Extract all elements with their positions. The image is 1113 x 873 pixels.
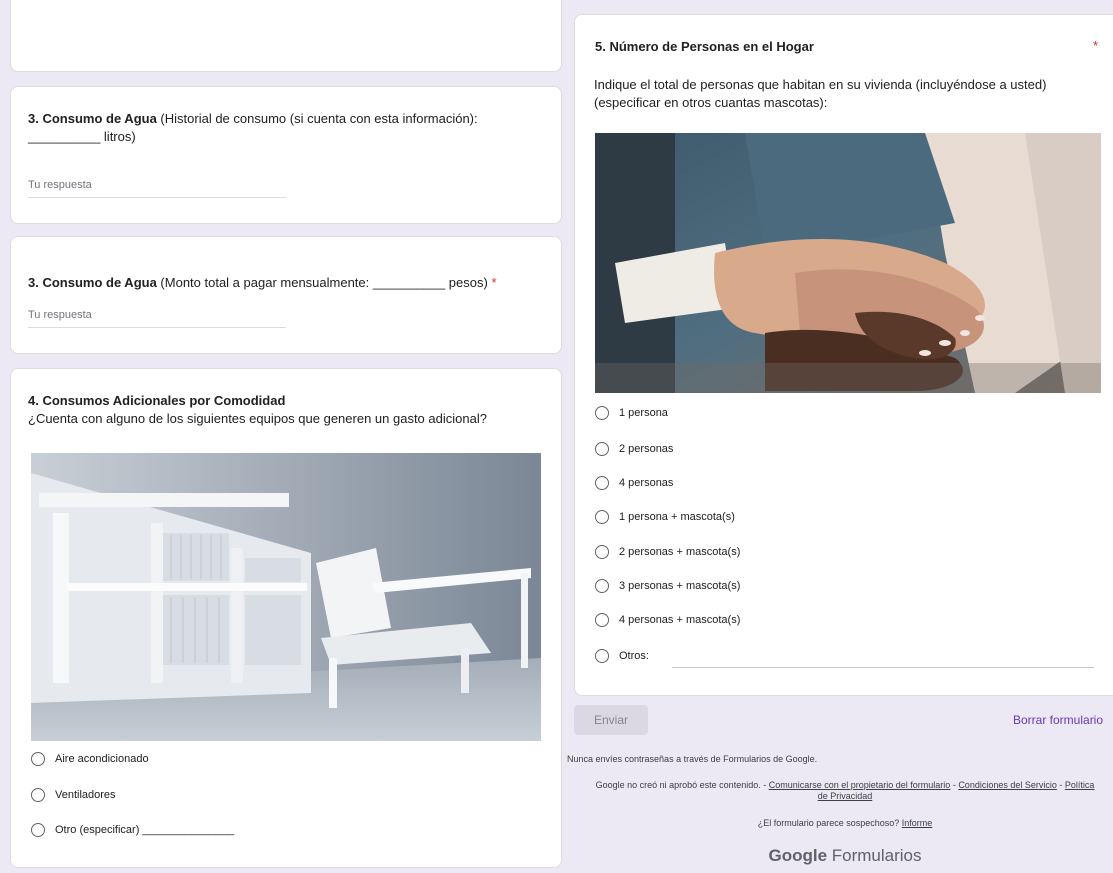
required-asterisk: * bbox=[491, 275, 497, 290]
question-card-water-amount: 3. Consumo de Agua (Monto total a pagar … bbox=[10, 236, 562, 354]
question-title: 3. Consumo de Agua (Historial de consumo… bbox=[28, 111, 478, 144]
option-air-conditioning[interactable]: Aire acondicionado bbox=[31, 752, 149, 766]
top-card-fragment bbox=[10, 0, 562, 72]
question-card-additional-consumption: 4. Consumos Adicionales por Comodidad ¿C… bbox=[10, 368, 562, 868]
text-answer-input[interactable]: Tu respuesta bbox=[28, 179, 286, 198]
option-label: 4 personas + mascota(s) bbox=[619, 614, 741, 626]
option-4-personas-mascotas[interactable]: 4 personas + mascota(s) bbox=[595, 613, 740, 627]
option-label: 1 persona + mascota(s) bbox=[619, 511, 735, 523]
contact-owner-link[interactable]: Comunicarse con el propietario del formu… bbox=[769, 780, 951, 790]
question-title: 3. Consumo de Agua (Monto total a pagar … bbox=[28, 275, 497, 290]
option-label: 3 personas + mascota(s) bbox=[619, 580, 741, 592]
option-3-personas-mascotas[interactable]: 3 personas + mascota(s) bbox=[595, 579, 740, 593]
input-placeholder: Tu respuesta bbox=[28, 179, 92, 191]
option-label: 4 personas bbox=[619, 477, 674, 489]
option-label: Ventiladores bbox=[55, 789, 116, 801]
radio-button[interactable] bbox=[595, 613, 609, 627]
option-label: Otros: bbox=[619, 650, 649, 662]
radio-button[interactable] bbox=[595, 442, 609, 456]
radio-button[interactable] bbox=[595, 510, 609, 524]
radio-button[interactable] bbox=[595, 649, 609, 663]
radio-button[interactable] bbox=[31, 823, 45, 837]
submit-button-label: Enviar bbox=[593, 713, 628, 727]
option-label: 2 personas + mascota(s) bbox=[619, 546, 741, 558]
radio-button[interactable] bbox=[595, 476, 609, 490]
clear-form-link[interactable]: Borrar formulario bbox=[1013, 713, 1103, 727]
option-1-persona-mascotas[interactable]: 1 persona + mascota(s) bbox=[595, 510, 735, 524]
option-other-specify[interactable]: Otro (especificar) _______________ bbox=[31, 823, 234, 837]
option-otros[interactable]: Otros: bbox=[595, 649, 649, 663]
suspicious-form-notice: ¿El formulario parece sospechoso? Inform… bbox=[757, 818, 933, 828]
question-card-household-members: 5. Número de Personas en el Hogar * Indi… bbox=[574, 14, 1113, 696]
radio-button[interactable] bbox=[595, 579, 609, 593]
question-card-water-history: 3. Consumo de Agua (Historial de consumo… bbox=[10, 86, 562, 224]
option-4-personas[interactable]: 4 personas bbox=[595, 476, 673, 490]
option-fans[interactable]: Ventiladores bbox=[31, 788, 116, 802]
radio-button[interactable] bbox=[595, 545, 609, 559]
radio-button[interactable] bbox=[31, 788, 45, 802]
other-text-input[interactable] bbox=[672, 666, 1094, 668]
required-asterisk: * bbox=[1093, 38, 1099, 53]
option-label: Aire acondicionado bbox=[55, 753, 149, 765]
radio-button[interactable] bbox=[595, 406, 609, 420]
question-description: ¿Cuenta con alguno de los siguientes equ… bbox=[28, 411, 487, 426]
question-title: 4. Consumos Adicionales por Comodidad bbox=[28, 393, 286, 408]
option-label: 1 persona bbox=[619, 407, 668, 419]
question-image-hands bbox=[595, 133, 1101, 393]
text-answer-input[interactable]: Tu respuesta bbox=[28, 309, 286, 328]
option-2-personas[interactable]: 2 personas bbox=[595, 442, 673, 456]
report-link[interactable]: Informe bbox=[902, 818, 933, 828]
question-title: 5. Número de Personas en el Hogar bbox=[595, 39, 814, 54]
option-label: Otro (especificar) _______________ bbox=[55, 824, 235, 836]
submit-button[interactable]: Enviar bbox=[574, 705, 648, 735]
radio-button[interactable] bbox=[31, 752, 45, 766]
input-placeholder: Tu respuesta bbox=[28, 309, 92, 321]
terms-of-service-link[interactable]: Condiciones del Servicio bbox=[958, 780, 1057, 790]
google-forms-logo[interactable]: Google Formularios bbox=[590, 846, 1100, 866]
option-2-personas-mascotas[interactable]: 2 personas + mascota(s) bbox=[595, 545, 740, 559]
password-warning: Nunca envíes contraseñas a través de For… bbox=[567, 754, 818, 764]
question-description: Indique el total de personas que habitan… bbox=[594, 77, 1047, 110]
question-image-living-room bbox=[31, 453, 541, 741]
option-label: 2 personas bbox=[619, 443, 674, 455]
option-1-persona[interactable]: 1 persona bbox=[595, 406, 668, 420]
disclaimer: Google no creó ni aprobó este contenido.… bbox=[595, 780, 1095, 801]
